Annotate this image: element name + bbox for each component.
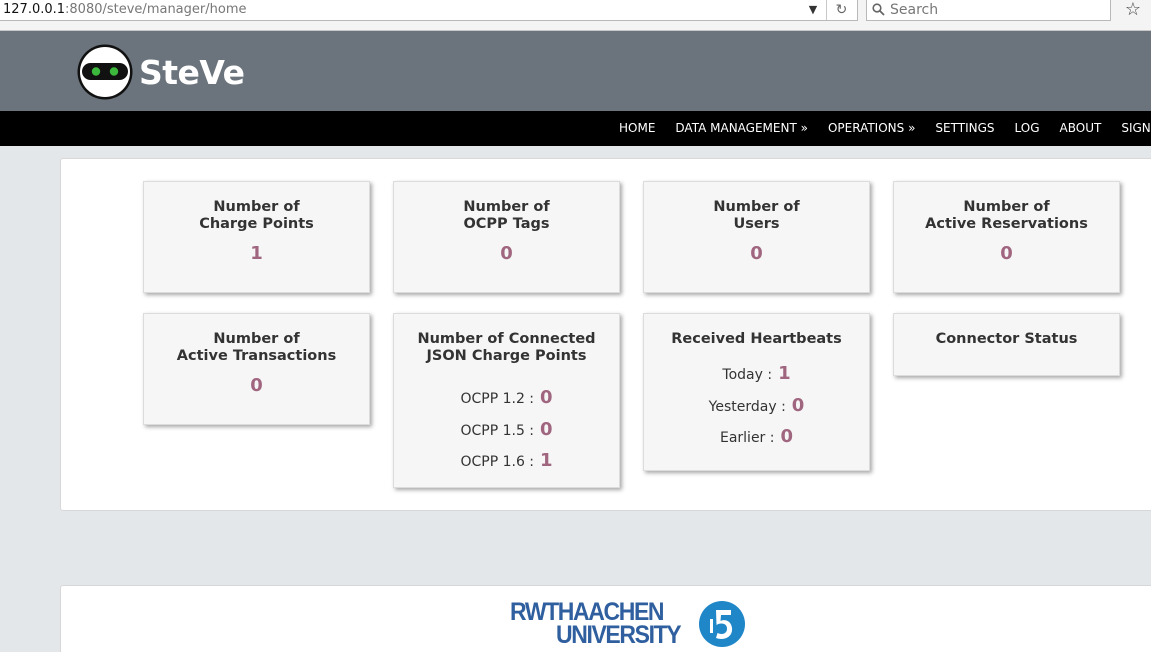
heartbeat-list: Today : 1 Yesterday : 0 Earlier : 0: [644, 358, 869, 453]
tile-title: Number of OCPP Tags: [463, 199, 550, 232]
row-value: 0: [780, 426, 794, 447]
nav-list: HOME DATA MANAGEMENT » OPERATIONS » SETT…: [609, 111, 1151, 146]
row-label: OCPP 1.5 :: [460, 422, 535, 439]
list-item: Earlier : 0: [644, 421, 869, 453]
nav-home[interactable]: HOME: [609, 111, 665, 146]
tile-title: Received Heartbeats: [671, 331, 842, 347]
tile-value: 0: [500, 243, 513, 264]
row-value: 1: [778, 363, 791, 384]
url-host: 127.0.0.1: [3, 2, 66, 17]
row-label: OCPP 1.6 :: [460, 454, 535, 470]
nav-settings[interactable]: SETTINGS: [925, 111, 1004, 146]
search-icon: [872, 3, 885, 16]
logo-line-2: UNIVERSITY: [556, 621, 682, 649]
i5-institute-logo-icon[interactable]: [698, 600, 746, 648]
row-value: 0: [540, 387, 553, 408]
row-value: 1: [540, 450, 553, 471]
tile-value: 0: [750, 243, 763, 264]
nav-about[interactable]: ABOUT: [1050, 111, 1112, 146]
tile-title: Number of Connected JSON Charge Points: [417, 331, 596, 364]
tile-charge-points[interactable]: Number of Charge Points 1: [143, 181, 370, 293]
url-dropdown-icon[interactable]: ▼: [803, 0, 823, 20]
tile-connector-status[interactable]: Connector Status: [893, 313, 1120, 376]
rwth-aachen-logo[interactable]: RWTHAACHEN UNIVERSITY: [510, 600, 682, 649]
main-navbar: HOME DATA MANAGEMENT » OPERATIONS » SETT…: [0, 111, 1151, 146]
search-input[interactable]: Search: [866, 0, 1111, 21]
url-path: :8080/steve/manager/home: [65, 2, 247, 17]
row-label: Earlier :: [719, 430, 775, 446]
list-item: OCPP 1.2 : 0: [394, 382, 619, 414]
tile-value: 0: [250, 375, 263, 396]
row-label: Yesterday :: [708, 398, 786, 415]
tile-value: 0: [1000, 243, 1013, 264]
page-footer: RWTHAACHEN UNIVERSITY: [60, 585, 1151, 652]
list-item: OCPP 1.6 : 1: [394, 445, 619, 477]
tile-received-heartbeats[interactable]: Received Heartbeats Today : 1 Yesterday …: [643, 313, 870, 471]
tile-active-reservations[interactable]: Number of Active Reservations 0: [893, 181, 1120, 293]
row-label: OCPP 1.2 :: [460, 391, 535, 407]
steve-logo[interactable]: SteVe: [76, 42, 245, 102]
search-placeholder: Search: [890, 2, 939, 18]
reload-icon[interactable]: ↻: [826, 0, 856, 20]
tile-users[interactable]: Number of Users 0: [643, 181, 870, 293]
tile-title: Number of Active Transactions: [176, 331, 337, 364]
app-header: SteVe: [0, 31, 1151, 111]
url-bar[interactable]: 127.0.0.1:8080/steve/manager/home: [0, 0, 858, 21]
tile-value: 1: [250, 243, 263, 264]
nav-log[interactable]: LOG: [1005, 111, 1050, 146]
list-item: Today : 1: [644, 358, 869, 390]
tile-active-transactions[interactable]: Number of Active Transactions 0: [143, 313, 370, 425]
robot-face-icon: [77, 44, 133, 100]
browser-toolbar: 127.0.0.1:8080/steve/manager/home ▼ ↻ Se…: [0, 0, 1151, 31]
list-item: Yesterday : 0: [644, 390, 869, 422]
tile-title: Number of Active Reservations: [925, 199, 1088, 232]
tile-title: Connector Status: [935, 331, 1078, 347]
tile-ocpp-tags[interactable]: Number of OCPP Tags 0: [393, 181, 620, 293]
tile-title: Number of Charge Points: [199, 199, 314, 232]
nav-sign-out[interactable]: SIGN OUT: [1111, 111, 1151, 146]
row-value: 0: [540, 418, 553, 440]
row-label: Today :: [722, 367, 773, 383]
nav-operations[interactable]: OPERATIONS »: [818, 111, 925, 146]
tile-connected-json-charge-points[interactable]: Number of Connected JSON Charge Points O…: [393, 313, 620, 488]
list-item: OCPP 1.5 : 0: [394, 414, 619, 446]
brand-name: SteVe: [139, 52, 245, 92]
tile-title: Number of Users: [713, 199, 800, 232]
nav-data-management[interactable]: DATA MANAGEMENT »: [665, 111, 818, 146]
bookmark-star-icon[interactable]: ☆: [1122, 0, 1144, 21]
dashboard-panel: Number of Charge Points 1 Number of OCPP…: [60, 158, 1151, 511]
ocpp-version-list: OCPP 1.2 : 0 OCPP 1.5 : 0 OCPP 1.6 : 1: [394, 382, 619, 477]
row-value: 0: [791, 394, 805, 416]
